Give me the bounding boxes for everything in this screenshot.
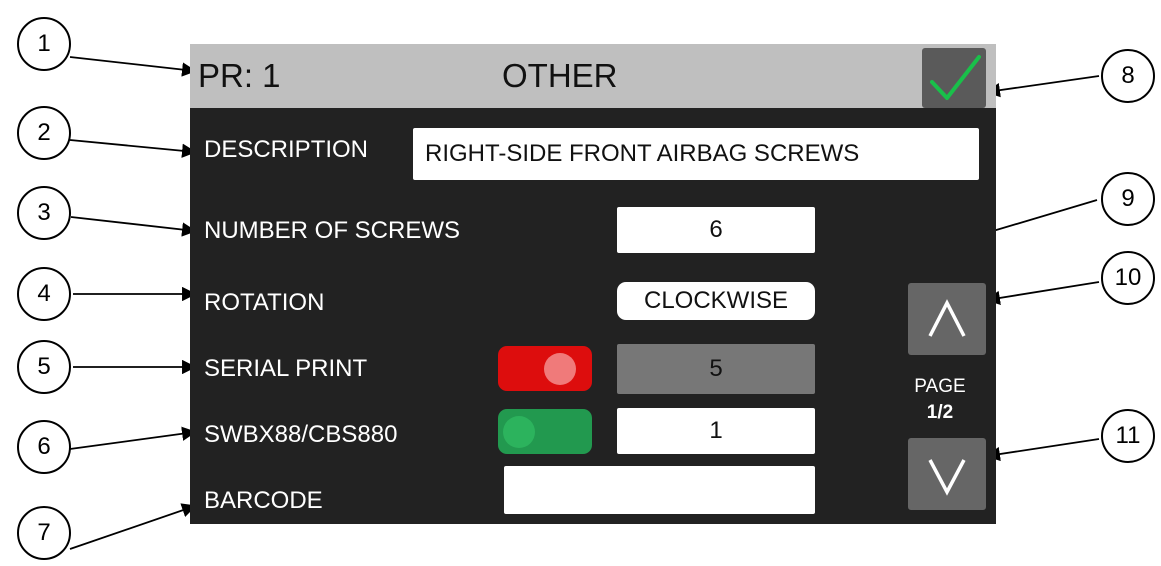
callout-4: 4 — [17, 267, 71, 321]
callout-10: 10 — [1101, 251, 1155, 305]
callout-2: 2 — [17, 106, 71, 160]
callout-arrow-10 — [985, 281, 1100, 306]
callout-arrow-3 — [70, 216, 197, 237]
toggle-knob — [503, 416, 535, 448]
toggle-knob — [544, 353, 576, 385]
page-label: PAGE — [914, 376, 966, 397]
serial-print-toggle[interactable] — [498, 346, 592, 391]
page-title: OTHER — [502, 57, 618, 94]
callout-5: 5 — [17, 340, 71, 394]
screws-count-field[interactable]: 6 — [617, 207, 815, 253]
header-bar: PR: 1 OTHER — [190, 44, 996, 108]
chevron-down-icon — [928, 459, 966, 496]
callout-1: 1 — [17, 17, 71, 71]
callout-3: 3 — [17, 186, 71, 240]
screws-label: NUMBER OF SCREWS — [204, 217, 461, 244]
callout-arrow-7 — [69, 503, 197, 550]
serial-print-value-field: 5 — [617, 344, 815, 394]
confirm-button[interactable] — [922, 48, 986, 108]
callout-arrow-11 — [985, 438, 1100, 462]
swbx-value-field[interactable]: 1 — [617, 408, 815, 454]
callout-11: 11 — [1101, 409, 1155, 463]
callout-8: 8 — [1101, 49, 1155, 103]
page-up-button[interactable] — [908, 283, 986, 355]
description-label: DESCRIPTION — [204, 136, 369, 163]
description-field[interactable]: RIGHT-SIDE FRONT AIRBAG SCREWS — [413, 128, 979, 180]
checkmark-icon — [930, 55, 981, 100]
barcode-field[interactable] — [504, 466, 815, 514]
swbx-label: SWBX88/CBS880 — [204, 421, 398, 448]
callout-arrow-1 — [69, 56, 197, 77]
chevron-up-icon — [928, 299, 966, 337]
callout-arrow-6 — [69, 426, 197, 450]
callout-arrow-2 — [69, 139, 197, 158]
rotation-select[interactable]: CLOCKWISE — [617, 282, 815, 320]
swbx-toggle[interactable] — [498, 409, 592, 454]
barcode-label: BARCODE — [204, 487, 323, 514]
callout-6: 6 — [17, 420, 71, 474]
callout-arrow-8 — [985, 75, 1100, 98]
serial-print-label: SERIAL PRINT — [204, 355, 368, 382]
pr-label: PR: 1 — [198, 57, 281, 94]
callout-7: 7 — [17, 506, 71, 560]
rotation-label: ROTATION — [204, 289, 325, 316]
page-down-button[interactable] — [908, 438, 986, 510]
callout-9: 9 — [1101, 172, 1155, 226]
device-screen: PR: 1 OTHER DESCRIPTION RIGHT-SIDE FRONT… — [190, 44, 996, 524]
page-number: 1/2 — [926, 402, 954, 423]
